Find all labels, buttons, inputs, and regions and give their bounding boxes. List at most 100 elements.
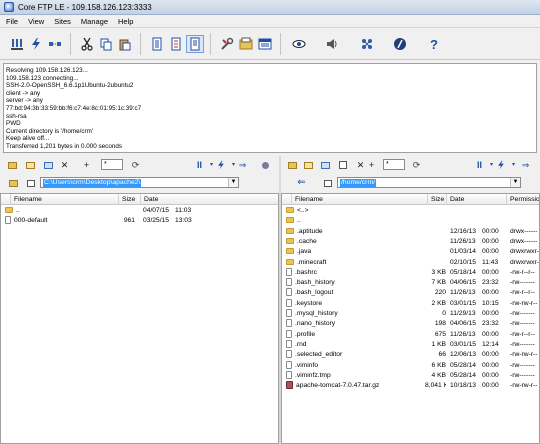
- column-permission[interactable]: Permission: [507, 194, 539, 205]
- menu-file[interactable]: File: [6, 17, 18, 26]
- file-row[interactable]: .aptitude 12/16/13 00:00 drwx------: [282, 227, 539, 237]
- new-folder-icon[interactable]: [256, 35, 274, 53]
- local-stop-icon[interactable]: [259, 159, 272, 171]
- menu-sites[interactable]: Sites: [54, 17, 71, 26]
- local-select-all-icon[interactable]: +: [80, 159, 93, 171]
- local-root-icon[interactable]: [24, 177, 37, 189]
- remote-path-text: /home/crm/: [340, 179, 376, 187]
- remote-filter-refresh-icon[interactable]: ⟳: [410, 159, 423, 171]
- quick-connect-icon[interactable]: [27, 35, 45, 53]
- remote-back-arrow-icon[interactable]: ⇐: [295, 177, 308, 189]
- file-name-cell: .bash_history: [286, 278, 426, 288]
- file-row[interactable]: .viminfz.tmp 4 KB 05/28/14 00:00 -rw-------: [282, 370, 539, 381]
- file-permission: drwxrwxr-x: [510, 248, 540, 256]
- remote-transfer-icon[interactable]: ⇒: [519, 159, 532, 171]
- file-row[interactable]: .keystore 2 KB 03/01/15 10:15 -rw-rw-r--: [282, 298, 539, 309]
- disconnect-icon[interactable]: [46, 35, 64, 53]
- remote-filter-input[interactable]: *: [383, 159, 405, 170]
- file-row[interactable]: .mysql_history 0 11/29/13 00:00 -rw-------: [282, 309, 539, 319]
- chevron-down-icon[interactable]: ▼: [510, 178, 520, 187]
- file-row[interactable]: .bash_history 7 KB 04/06/15 23:32 -rw-------: [282, 278, 539, 288]
- remote-path-input[interactable]: /home/crm/ ▼: [337, 177, 521, 188]
- file-row[interactable]: .bashrc 3 KB 05/18/14 00:00 -rw-r--r--: [282, 267, 539, 278]
- remote-pane: ✕ + * ⟳ II ▾ ▾ ⇒ ⇐ /home/crm/ ▼ Filename…: [281, 156, 540, 444]
- file-time: 00:00: [482, 248, 499, 256]
- file-row[interactable]: .. 04/07/15 11:03: [1, 206, 278, 216]
- remote-new-folder-icon[interactable]: [302, 159, 315, 171]
- menu-help[interactable]: Help: [118, 17, 133, 26]
- local-delete-icon[interactable]: ✕: [58, 159, 71, 171]
- column-date[interactable]: Date: [447, 194, 507, 205]
- file-time: 23:32: [482, 279, 499, 287]
- local-folder-up-icon[interactable]: [6, 159, 19, 171]
- help-icon[interactable]: ?: [425, 35, 443, 53]
- file-row[interactable]: .selected_editor 66 12/06/13 00:00 -rw-rw-r-…: [282, 350, 539, 360]
- site-manager-icon[interactable]: [218, 35, 236, 53]
- local-transfer-icon[interactable]: ⇒: [236, 159, 249, 171]
- options-icon[interactable]: [358, 35, 376, 53]
- file-row[interactable]: 000-default 961 03/25/15 13:03: [1, 216, 278, 226]
- column-size[interactable]: Size: [119, 194, 141, 205]
- remote-properties-icon[interactable]: [336, 159, 349, 171]
- file-name-cell: .rnd: [286, 339, 426, 350]
- file-row[interactable]: .profile 675 11/26/13 00:00 -rw-r--r--: [282, 329, 539, 340]
- cut-icon[interactable]: [78, 35, 96, 53]
- remote-refresh-icon[interactable]: [319, 159, 332, 171]
- file-icon: [286, 329, 292, 338]
- file-name-cell: .viminfz.tmp: [286, 370, 426, 381]
- remote-select-all-icon[interactable]: +: [365, 159, 378, 171]
- paste-icon[interactable]: [116, 35, 134, 53]
- file-name-cell: .nano_history: [286, 319, 426, 329]
- file-name-cell: ..: [5, 206, 117, 216]
- file-date: 11/26/13: [450, 330, 476, 338]
- file-permission: -rw-r--r--: [510, 268, 535, 276]
- menu-manage[interactable]: Manage: [81, 17, 108, 26]
- file-name: .selected_editor: [295, 351, 343, 359]
- local-new-folder-icon[interactable]: [24, 159, 37, 171]
- column-filename[interactable]: Filename: [11, 194, 119, 205]
- file-row[interactable]: .cache 11/26/13 00:00 drwx------: [282, 237, 539, 247]
- menu-view[interactable]: View: [28, 17, 44, 26]
- copy-icon[interactable]: [97, 35, 115, 53]
- remote-folder-up-icon[interactable]: [286, 159, 299, 171]
- file-time: 00:00: [482, 351, 499, 359]
- local-quick-connect-icon[interactable]: [214, 159, 227, 171]
- file-name: .nano_history: [295, 320, 336, 328]
- view-log-icon[interactable]: [148, 35, 166, 53]
- local-path-input[interactable]: C:\Users\crm\Desktop\apache2\ ▼: [40, 177, 239, 188]
- chevron-down-icon[interactable]: ▼: [228, 178, 238, 187]
- local-up-icon[interactable]: [7, 177, 20, 189]
- file-row[interactable]: .nano_history 198 04/06/15 23:32 -rw-------: [282, 319, 539, 329]
- folder-icon: [286, 207, 294, 213]
- local-refresh-icon[interactable]: [42, 159, 55, 171]
- file-row[interactable]: .java 01/03/14 00:00 drwxrwxr-x: [282, 247, 539, 257]
- file-row[interactable]: .rnd 1 KB 03/01/15 12:14 -rw-------: [282, 339, 539, 350]
- local-filter-input[interactable]: *: [101, 159, 123, 170]
- sound-icon[interactable]: [323, 35, 341, 53]
- connect-icon[interactable]: [8, 35, 26, 53]
- remote-quick-connect-icon[interactable]: [494, 159, 507, 171]
- file-icon: [286, 288, 292, 297]
- view-icon[interactable]: [290, 35, 308, 53]
- view-transfer-icon[interactable]: [186, 35, 204, 53]
- file-row[interactable]: .viminfo 6 KB 05/28/14 00:00 -rw-------: [282, 360, 539, 371]
- local-filter-refresh-icon[interactable]: ⟳: [129, 159, 142, 171]
- file-size: [425, 206, 446, 216]
- file-name-cell: .java: [286, 247, 426, 257]
- file-row[interactable]: apache-tomcat-7.0.47.tar.gz 8,041 KB 10/18…: [282, 381, 539, 391]
- refresh-folders-icon[interactable]: [237, 35, 255, 53]
- about-icon[interactable]: [391, 35, 409, 53]
- file-icon: [286, 267, 292, 276]
- view-queue-icon[interactable]: [167, 35, 185, 53]
- file-icon: [286, 350, 292, 359]
- remote-root-icon[interactable]: [321, 177, 334, 189]
- file-row[interactable]: .minecraft 02/10/15 11:43 drwxrwxr-x: [282, 258, 539, 268]
- file-name-cell: .viminfo: [286, 360, 426, 371]
- column-date[interactable]: Date: [141, 194, 278, 205]
- column-size[interactable]: Size: [428, 194, 447, 205]
- file-row[interactable]: .bash_logout 220 11/26/13 00:00 -rw-r--r--: [282, 288, 539, 298]
- column-filename[interactable]: Filename: [292, 194, 428, 205]
- file-date: 03/25/15: [143, 217, 170, 225]
- file-row[interactable]: <..>: [282, 206, 539, 216]
- file-row[interactable]: ..: [282, 216, 539, 226]
